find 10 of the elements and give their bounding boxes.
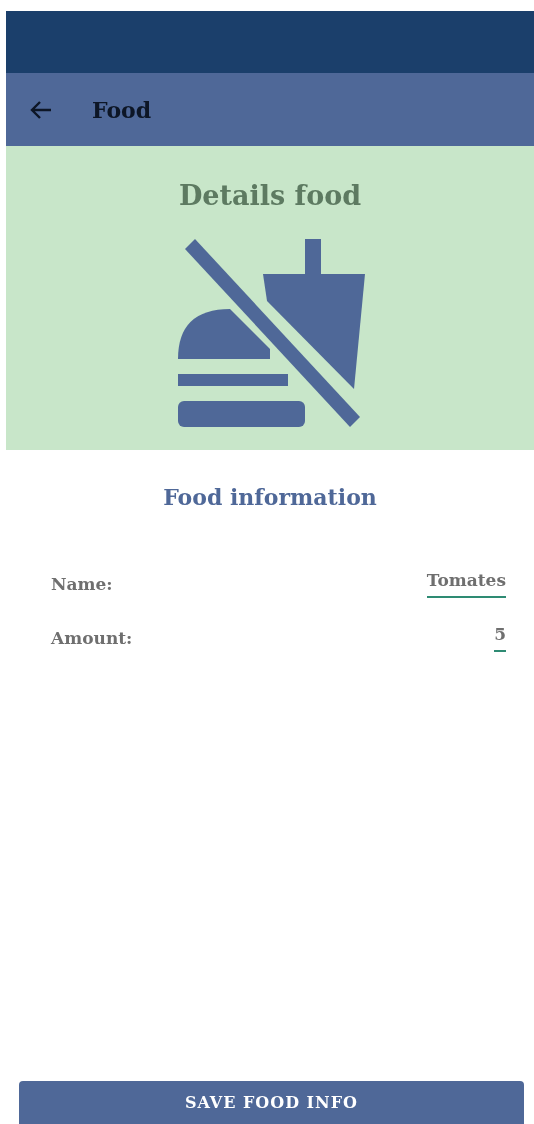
no-food-icon [175, 239, 365, 429]
section-title: Food information [163, 484, 377, 510]
input-field[interactable]: Tomates [426, 570, 506, 598]
app-bar-title: Food [92, 96, 152, 123]
header-title: Details food [178, 180, 362, 211]
field-label: Name: [51, 574, 113, 594]
input-field[interactable]: 5 [494, 624, 506, 652]
save-button[interactable]: SAVE FOOD INFO [19, 1081, 524, 1124]
field-label: Amount: [51, 628, 133, 648]
back-arrow-icon[interactable] [30, 100, 52, 119]
